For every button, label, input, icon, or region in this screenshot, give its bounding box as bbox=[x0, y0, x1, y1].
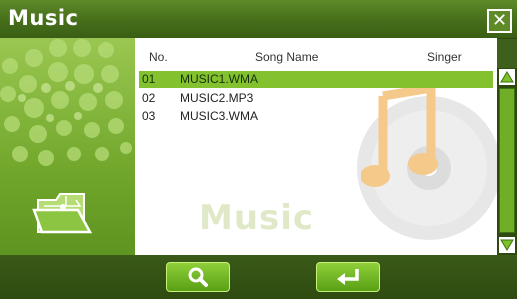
row-number: 01 bbox=[142, 72, 156, 86]
row-number: 03 bbox=[142, 109, 156, 123]
table-row[interactable]: 01 MUSIC1.WMA bbox=[139, 71, 493, 88]
column-header-no: No. bbox=[149, 50, 168, 64]
scrollbar-thumb[interactable] bbox=[499, 88, 515, 233]
column-header-song-name: Song Name bbox=[255, 50, 319, 64]
song-list-panel: Music No. Song Name Singer 01 MUSIC1.WMA… bbox=[135, 38, 497, 255]
row-song-name: MUSIC3.WMA bbox=[180, 109, 258, 123]
search-icon bbox=[188, 267, 208, 287]
table-row[interactable]: 03 MUSIC3.WMA bbox=[139, 108, 493, 125]
scroll-up-icon[interactable] bbox=[499, 69, 515, 85]
left-decor-panel bbox=[0, 38, 135, 255]
row-song-name: MUSIC1.WMA bbox=[180, 72, 258, 86]
enter-icon bbox=[337, 269, 359, 285]
music-watermark: Music bbox=[199, 198, 315, 238]
list-scrollbar[interactable] bbox=[497, 68, 517, 255]
search-button[interactable] bbox=[166, 262, 230, 292]
close-button[interactable]: ✕ bbox=[487, 9, 512, 33]
folder-icon bbox=[32, 193, 93, 234]
row-number: 02 bbox=[142, 91, 156, 105]
title-bar: Music ✕ bbox=[0, 0, 517, 39]
window-title: Music bbox=[8, 6, 79, 30]
table-row[interactable]: 02 MUSIC2.MP3 bbox=[139, 90, 493, 107]
close-icon: ✕ bbox=[491, 10, 508, 31]
enter-button[interactable] bbox=[316, 262, 380, 292]
music-app-window: Music ✕ Music No. Song Name Singer 01 MU… bbox=[0, 0, 517, 299]
bottom-toolbar bbox=[0, 255, 517, 299]
row-song-name: MUSIC2.MP3 bbox=[180, 91, 254, 105]
scroll-down-icon[interactable] bbox=[499, 237, 515, 253]
column-header-singer: Singer bbox=[427, 50, 462, 64]
